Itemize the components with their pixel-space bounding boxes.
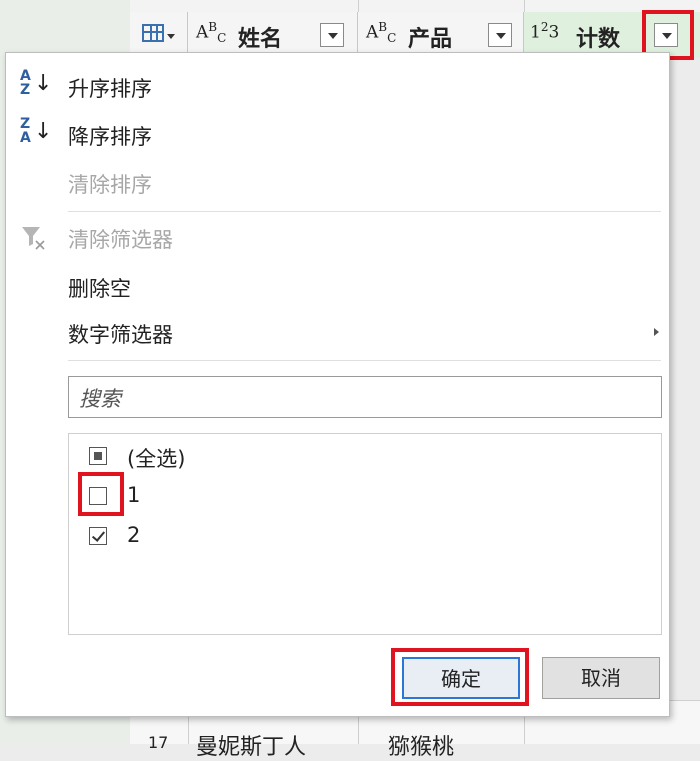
menu-item-label: 清除筛选器 xyxy=(68,228,173,252)
highlight-box-ok xyxy=(391,648,529,706)
menu-item-sort-asc[interactable]: A Z ↓ 升序排序 xyxy=(6,65,669,105)
menu-item-label: 清除排序 xyxy=(68,173,152,197)
menu-item-clear-filter[interactable]: 清除筛选器 xyxy=(6,216,669,256)
column-name: 计数 xyxy=(576,27,621,52)
menu-item-remove-empty[interactable]: 删除空 xyxy=(6,265,669,305)
filter-menu: A Z ↓ 升序排序 Z A ↓ 降序排序 清除排序 清除筛选器 删除空 数字筛… xyxy=(5,52,670,717)
text-type-icon: ABC xyxy=(196,20,227,46)
list-item-label: (全选) xyxy=(127,447,186,471)
chevron-right-icon xyxy=(654,328,659,336)
number-type-icon: 123 xyxy=(530,20,560,43)
menu-divider xyxy=(68,211,661,212)
menu-item-label: 数字筛选器 xyxy=(68,323,173,347)
menu-divider xyxy=(68,360,661,361)
column-filter-dropdown[interactable] xyxy=(488,23,512,47)
column-filter-dropdown[interactable] xyxy=(320,23,344,47)
value-list: (全选) 1 2 xyxy=(68,433,662,635)
text-type-icon: ABC xyxy=(366,20,397,46)
menu-item-label: 升序排序 xyxy=(68,77,152,101)
table-icon[interactable] xyxy=(142,24,164,42)
list-item-label: 1 xyxy=(127,483,141,507)
menu-item-label: 降序排序 xyxy=(68,125,152,149)
highlight-box-checkbox xyxy=(78,472,124,516)
select-all-checkbox[interactable] xyxy=(89,447,107,465)
column-name: 姓名 xyxy=(238,27,283,52)
row-name: 曼妮斯丁人 xyxy=(196,735,307,760)
row-product: 猕猴桃 xyxy=(388,735,455,760)
menu-item-number-filters[interactable]: 数字筛选器 xyxy=(6,311,669,351)
menu-item-label: 删除空 xyxy=(68,277,131,301)
column-name: 产品 xyxy=(408,27,453,52)
menu-item-sort-desc[interactable]: Z A ↓ 降序排序 xyxy=(6,113,669,153)
sort-ascending-icon: A Z ↓ xyxy=(20,68,53,98)
search-input[interactable]: 搜索 xyxy=(68,376,662,418)
menu-item-clear-sort[interactable]: 清除排序 xyxy=(6,161,669,201)
clear-filter-icon xyxy=(20,224,48,252)
list-item-label: 2 xyxy=(127,523,141,547)
chevron-down-icon xyxy=(167,34,175,39)
value-checkbox[interactable] xyxy=(89,527,107,545)
cancel-button[interactable]: 取消 xyxy=(542,657,660,699)
sort-descending-icon: Z A ↓ xyxy=(20,116,53,146)
